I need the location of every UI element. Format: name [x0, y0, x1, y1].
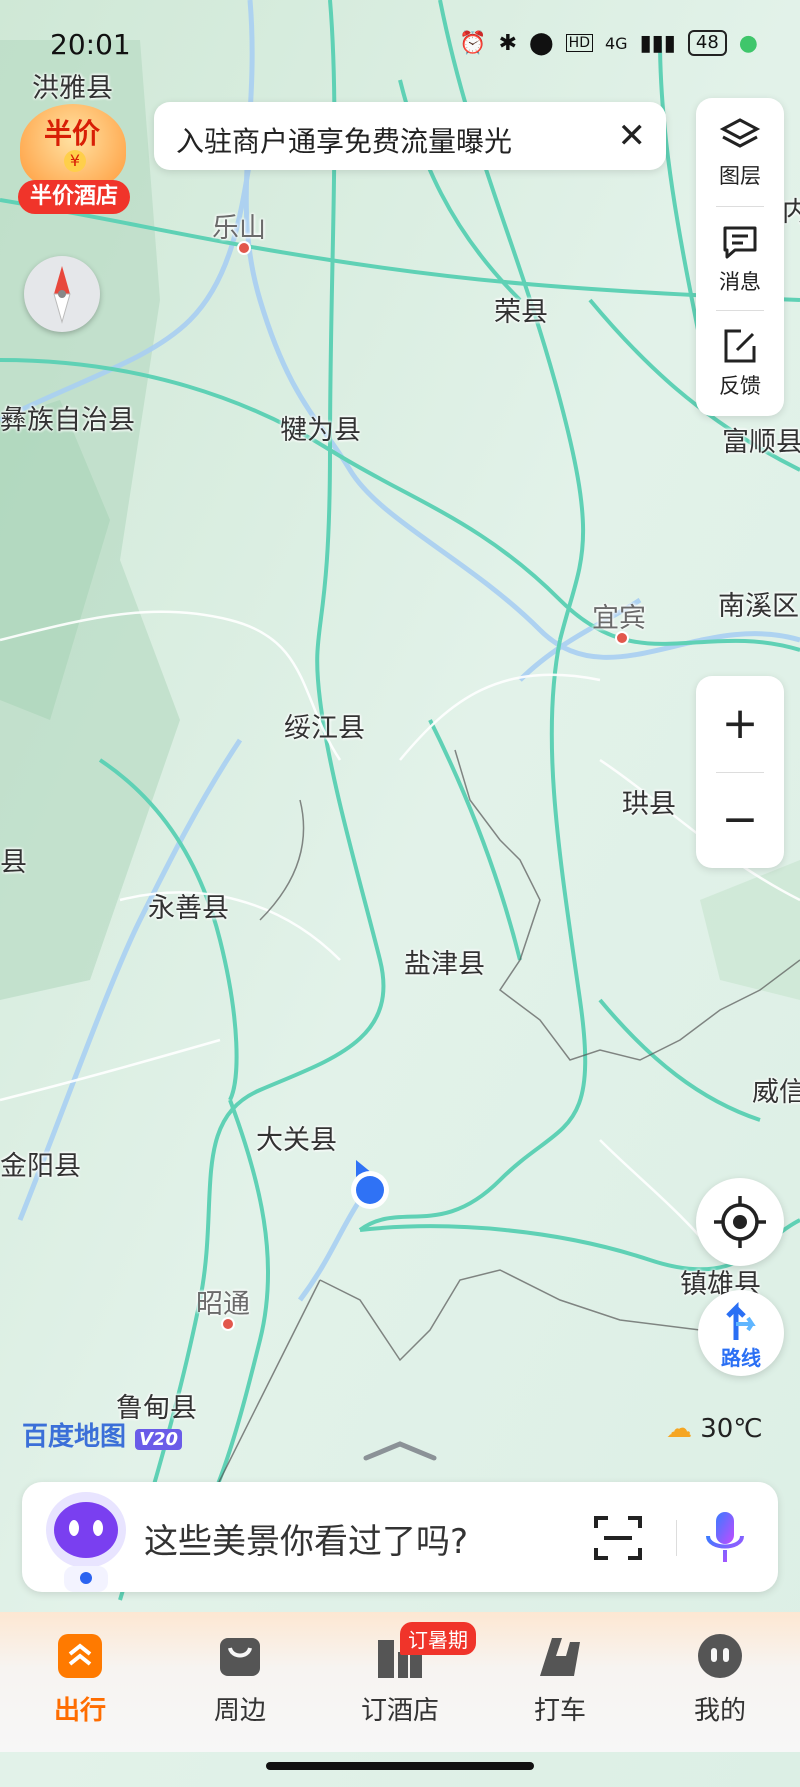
map-label-leshan: 乐山	[212, 213, 266, 244]
map-label-neijiang: 内	[782, 197, 800, 228]
compass-icon	[53, 266, 71, 324]
tab-taxi-label: 打车	[533, 1696, 586, 1726]
battery-icon: 48	[687, 30, 727, 56]
tab-mine-label: 我的	[693, 1696, 746, 1726]
map-label-yibin: 宜宾	[592, 603, 646, 634]
summer-booking-badge: 订暑期	[400, 1622, 476, 1655]
banner-text: 入驻商户通享免费流量曝光	[176, 125, 513, 158]
map-label-gongxian: 珙县	[622, 789, 676, 820]
expand-panel-handle-icon[interactable]	[362, 1438, 438, 1462]
compass-button[interactable]	[24, 256, 100, 332]
layers-label: 图层	[719, 164, 761, 188]
messages-label: 消息	[719, 270, 761, 294]
logo-version: V20	[135, 1429, 183, 1450]
crosshair-icon	[714, 1196, 766, 1248]
partly-sunny-icon: ☁	[666, 1414, 692, 1444]
route-button[interactable]: 路线	[698, 1290, 784, 1376]
map-label-jinyang: 金阳县	[0, 1151, 81, 1182]
feedback-button[interactable]: 反馈	[696, 312, 784, 412]
route-arrow-icon	[726, 1301, 756, 1340]
feedback-label: 反馈	[719, 374, 761, 398]
temperature: 30℃	[700, 1414, 763, 1444]
tab-travel-label: 出行	[53, 1696, 106, 1726]
home-indicator[interactable]	[266, 1762, 534, 1770]
zoom-control: + −	[696, 676, 784, 868]
map-label-suijiang: 绥江县	[284, 713, 365, 744]
tab-nearby-label: 周边	[213, 1696, 266, 1726]
message-icon	[723, 226, 757, 259]
map-label-yanjin: 盐津县	[404, 949, 485, 980]
status-time: 20:01	[50, 28, 131, 61]
alarm-icon: ⏰	[459, 30, 487, 56]
hd-icon: HD	[565, 34, 593, 52]
layers-icon	[719, 118, 761, 148]
scan-icon[interactable]	[592, 1512, 644, 1564]
search-placeholder[interactable]: 这些美景你看过了吗?	[144, 1514, 468, 1563]
zoom-out-button[interactable]: −	[696, 772, 784, 868]
half-price-hotel-promo[interactable]: 半价 ¥ 半价酒店	[14, 104, 132, 214]
bluetooth-icon: ✱	[498, 30, 518, 56]
logo-text: 百度地图	[22, 1422, 127, 1452]
map-label-qianwei: 犍为县	[280, 415, 361, 446]
charging-dot-icon: ●	[738, 30, 758, 56]
close-icon[interactable]: ✕	[618, 116, 647, 156]
map-label-nanxi: 南溪区	[718, 591, 799, 622]
network-icon: 4G	[604, 33, 628, 53]
map-label-yongshan: 永善县	[148, 893, 229, 924]
layers-button[interactable]: 图层	[696, 102, 784, 202]
map-label-zhaotong: 昭通	[196, 1289, 250, 1320]
nearby-bag-icon	[220, 1638, 260, 1676]
microphone-icon[interactable]	[700, 1508, 750, 1568]
baidu-map-logo: 百度地图 V20	[22, 1416, 183, 1453]
zoom-in-button[interactable]: +	[696, 676, 784, 772]
map-label-daguan: 大关县	[256, 1125, 337, 1156]
location-icon: ⬤	[529, 30, 554, 56]
map-label-fushun: 富顺县	[722, 427, 800, 458]
status-bar: 20:01 ⏰ ✱ ⬤ HD 4G ▮▮▮ 48 ●	[0, 0, 800, 92]
promo-label: 半价酒店	[18, 180, 130, 214]
edit-icon	[724, 329, 756, 363]
signal-icon: ▮▮▮	[639, 30, 676, 56]
assistant-robot-avatar[interactable]	[36, 1486, 136, 1596]
search-divider	[676, 1520, 677, 1556]
profile-icon	[698, 1634, 742, 1678]
tab-hotel-label: 订酒店	[360, 1696, 439, 1726]
weather-widget[interactable]: ☁ 30℃	[666, 1414, 763, 1444]
status-icons: ⏰ ✱ ⬤ HD 4G ▮▮▮ 48 ●	[459, 30, 758, 56]
promo-badge-text: 半价	[43, 117, 100, 150]
travel-icon	[58, 1634, 102, 1678]
messages-button[interactable]: 消息	[696, 208, 784, 308]
taxi-icon	[540, 1638, 580, 1676]
map-tool-panel: 图层 消息 反馈	[696, 98, 784, 416]
tab-mine[interactable]: 我的	[660, 1632, 780, 1727]
merchant-promo-banner[interactable]: 入驻商户通享免费流量曝光 ✕	[154, 102, 666, 170]
tool-divider	[716, 310, 764, 311]
locate-me-button[interactable]	[696, 1178, 784, 1266]
map-label-weixin: 威信	[752, 1077, 800, 1108]
tab-taxi[interactable]: 打车	[500, 1632, 620, 1727]
tab-nearby[interactable]: 周边	[180, 1632, 300, 1727]
tab-travel[interactable]: 出行	[20, 1632, 140, 1727]
map-label-rongxian: 荣县	[494, 297, 548, 328]
map-label-leftxian: 县	[0, 847, 27, 878]
tool-divider	[716, 206, 764, 207]
promo-coin-icon: ¥	[64, 150, 86, 172]
map-label-yizu: 彝族自治县	[0, 405, 135, 436]
route-label: 路线	[721, 1346, 761, 1370]
